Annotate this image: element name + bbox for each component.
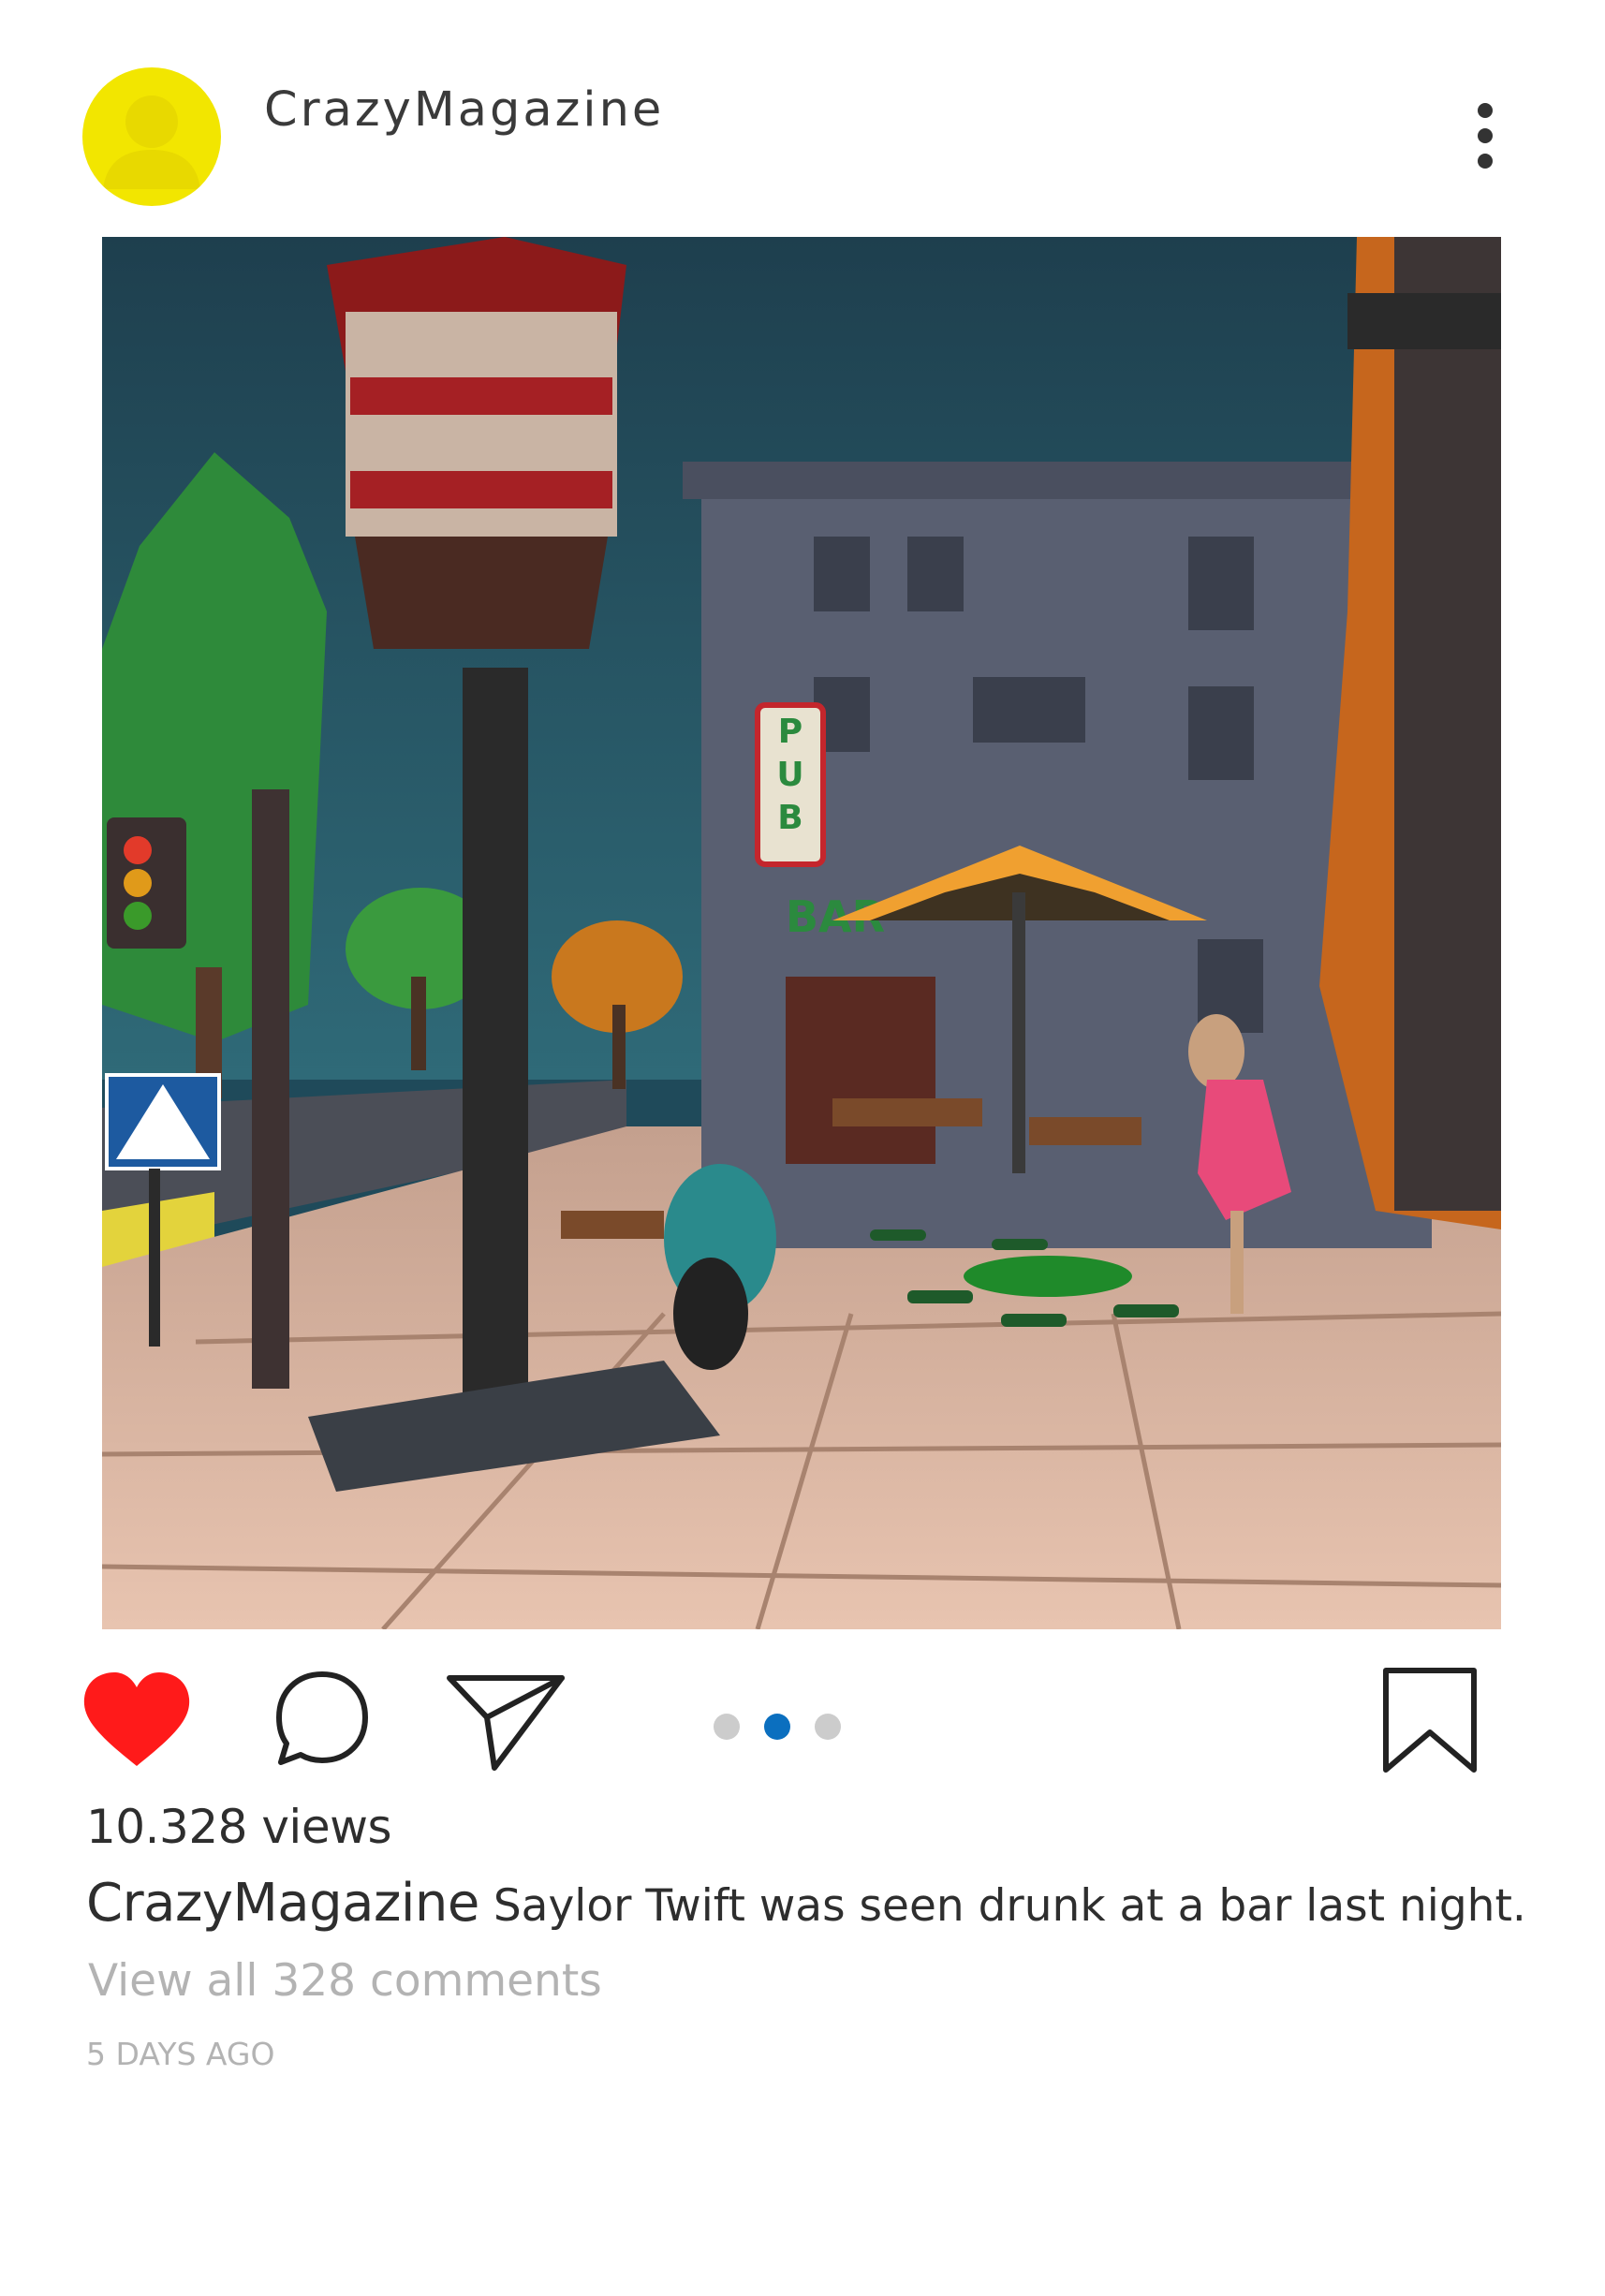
like-button[interactable] bbox=[81, 1670, 193, 1774]
comment-button[interactable] bbox=[272, 1669, 373, 1770]
comment-bubble-icon bbox=[276, 1671, 368, 1765]
caption: CrazyMagazine Saylor Twift was seen drun… bbox=[86, 1873, 1526, 1934]
post-timestamp: 5 DAYS AGO bbox=[86, 2036, 275, 2072]
heart-icon bbox=[83, 1672, 190, 1766]
user-placeholder-icon bbox=[103, 96, 200, 189]
pub-sign-letter-1: PUB bbox=[776, 713, 803, 837]
carousel-dot-active[interactable] bbox=[764, 1714, 790, 1740]
bookmark-icon bbox=[1383, 1668, 1477, 1773]
post-image[interactable]: PUB BAR bbox=[102, 237, 1501, 1629]
avatar[interactable] bbox=[82, 67, 221, 206]
send-icon bbox=[447, 1675, 565, 1771]
street-scene-image: PUB BAR bbox=[102, 237, 1501, 1629]
caption-username[interactable]: CrazyMagazine bbox=[86, 1873, 479, 1934]
save-button[interactable] bbox=[1380, 1667, 1480, 1775]
more-options-button[interactable] bbox=[1468, 101, 1502, 176]
view-count: 10.328 views bbox=[86, 1800, 392, 1854]
view-comments-link[interactable]: View all 328 comments bbox=[88, 1955, 602, 2007]
share-button[interactable] bbox=[446, 1669, 567, 1774]
vertical-ellipsis-icon bbox=[1478, 103, 1493, 169]
post-username[interactable]: CrazyMagazine bbox=[264, 82, 664, 138]
carousel-dot[interactable] bbox=[815, 1714, 841, 1740]
caption-text: Saylor Twift was seen drunk at a bar las… bbox=[493, 1880, 1526, 1932]
carousel-dot[interactable] bbox=[714, 1714, 740, 1740]
